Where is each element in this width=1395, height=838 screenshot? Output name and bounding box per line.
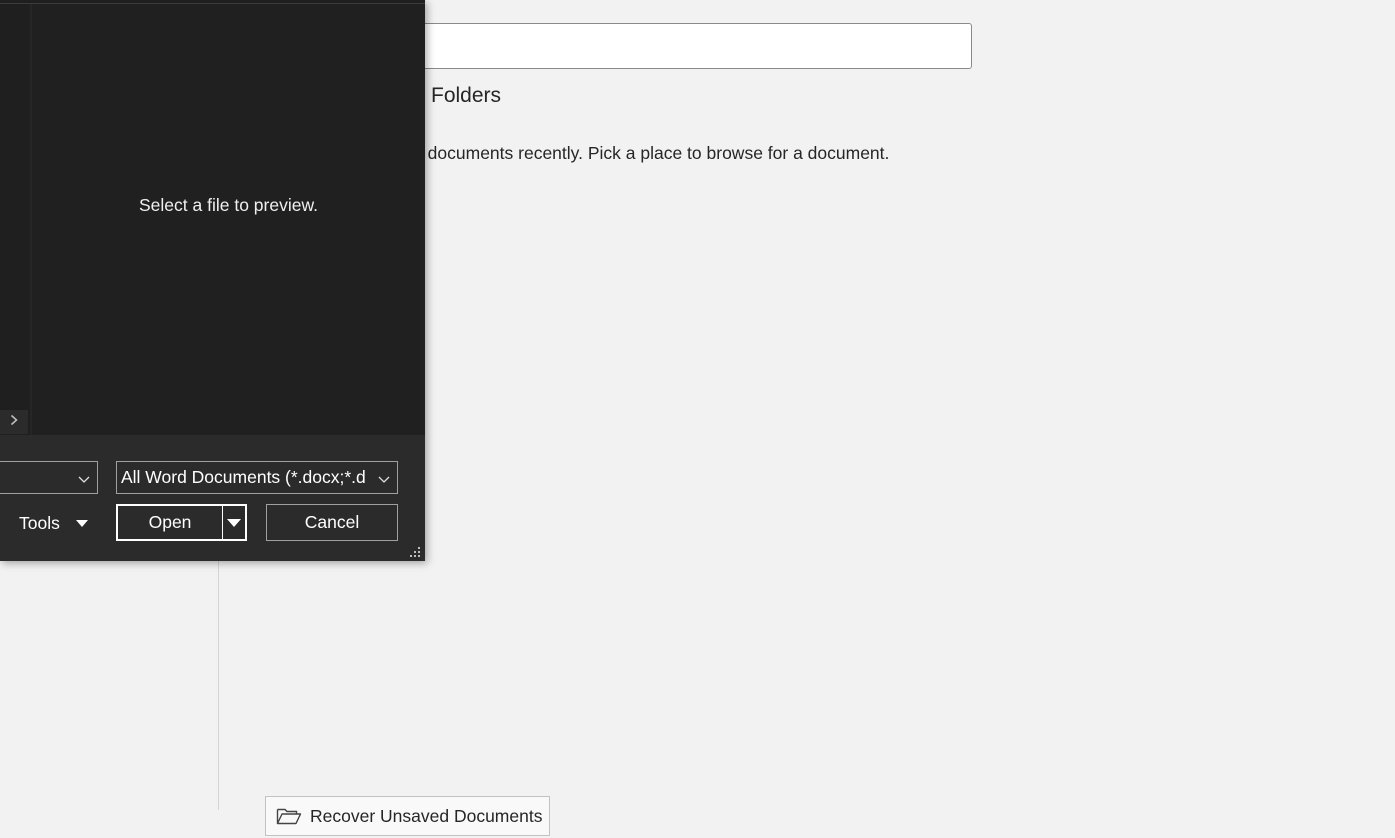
recover-button-label: Recover Unsaved Documents [310, 805, 543, 826]
open-split-button[interactable]: Open [116, 504, 247, 541]
navigation-pane[interactable] [0, 4, 32, 435]
chevron-down-icon[interactable] [77, 470, 91, 484]
dialog-footer [0, 435, 425, 561]
caret-down-icon [75, 519, 88, 527]
folders-tab[interactable]: Folders [431, 84, 501, 108]
search-input[interactable]: n [380, 23, 972, 69]
cancel-button[interactable]: Cancel [266, 504, 398, 541]
file-name-combobox[interactable] [0, 461, 98, 494]
open-button[interactable]: Open [118, 506, 223, 539]
open-file-dialog: Select a file to preview. All Word Docum… [0, 0, 425, 561]
chevron-down-icon[interactable] [377, 470, 391, 484]
chevron-right-icon [9, 413, 19, 431]
word-open-backstage: n Folders d any documents recently. Pick… [0, 0, 1395, 838]
file-type-filter-select[interactable]: All Word Documents (*.docx;*.d [116, 461, 398, 494]
resize-grip-icon[interactable] [408, 545, 422, 559]
recover-unsaved-documents-button[interactable]: Recover Unsaved Documents [265, 796, 550, 836]
empty-recent-message: d any documents recently. Pick a place t… [380, 143, 890, 163]
file-type-filter-value: All Word Documents (*.docx;*.d [121, 467, 366, 487]
preview-message: Select a file to preview. [139, 195, 318, 215]
open-options-dropdown[interactable] [223, 506, 245, 539]
scroll-right-button[interactable] [0, 410, 28, 434]
folder-open-icon [276, 806, 302, 826]
caret-down-icon [227, 518, 241, 527]
preview-pane: Select a file to preview. [32, 4, 425, 435]
cancel-label: Cancel [304, 512, 360, 532]
tools-button[interactable]: Tools [8, 506, 98, 540]
open-label: Open [148, 512, 192, 532]
tools-label: Tools [19, 512, 60, 533]
